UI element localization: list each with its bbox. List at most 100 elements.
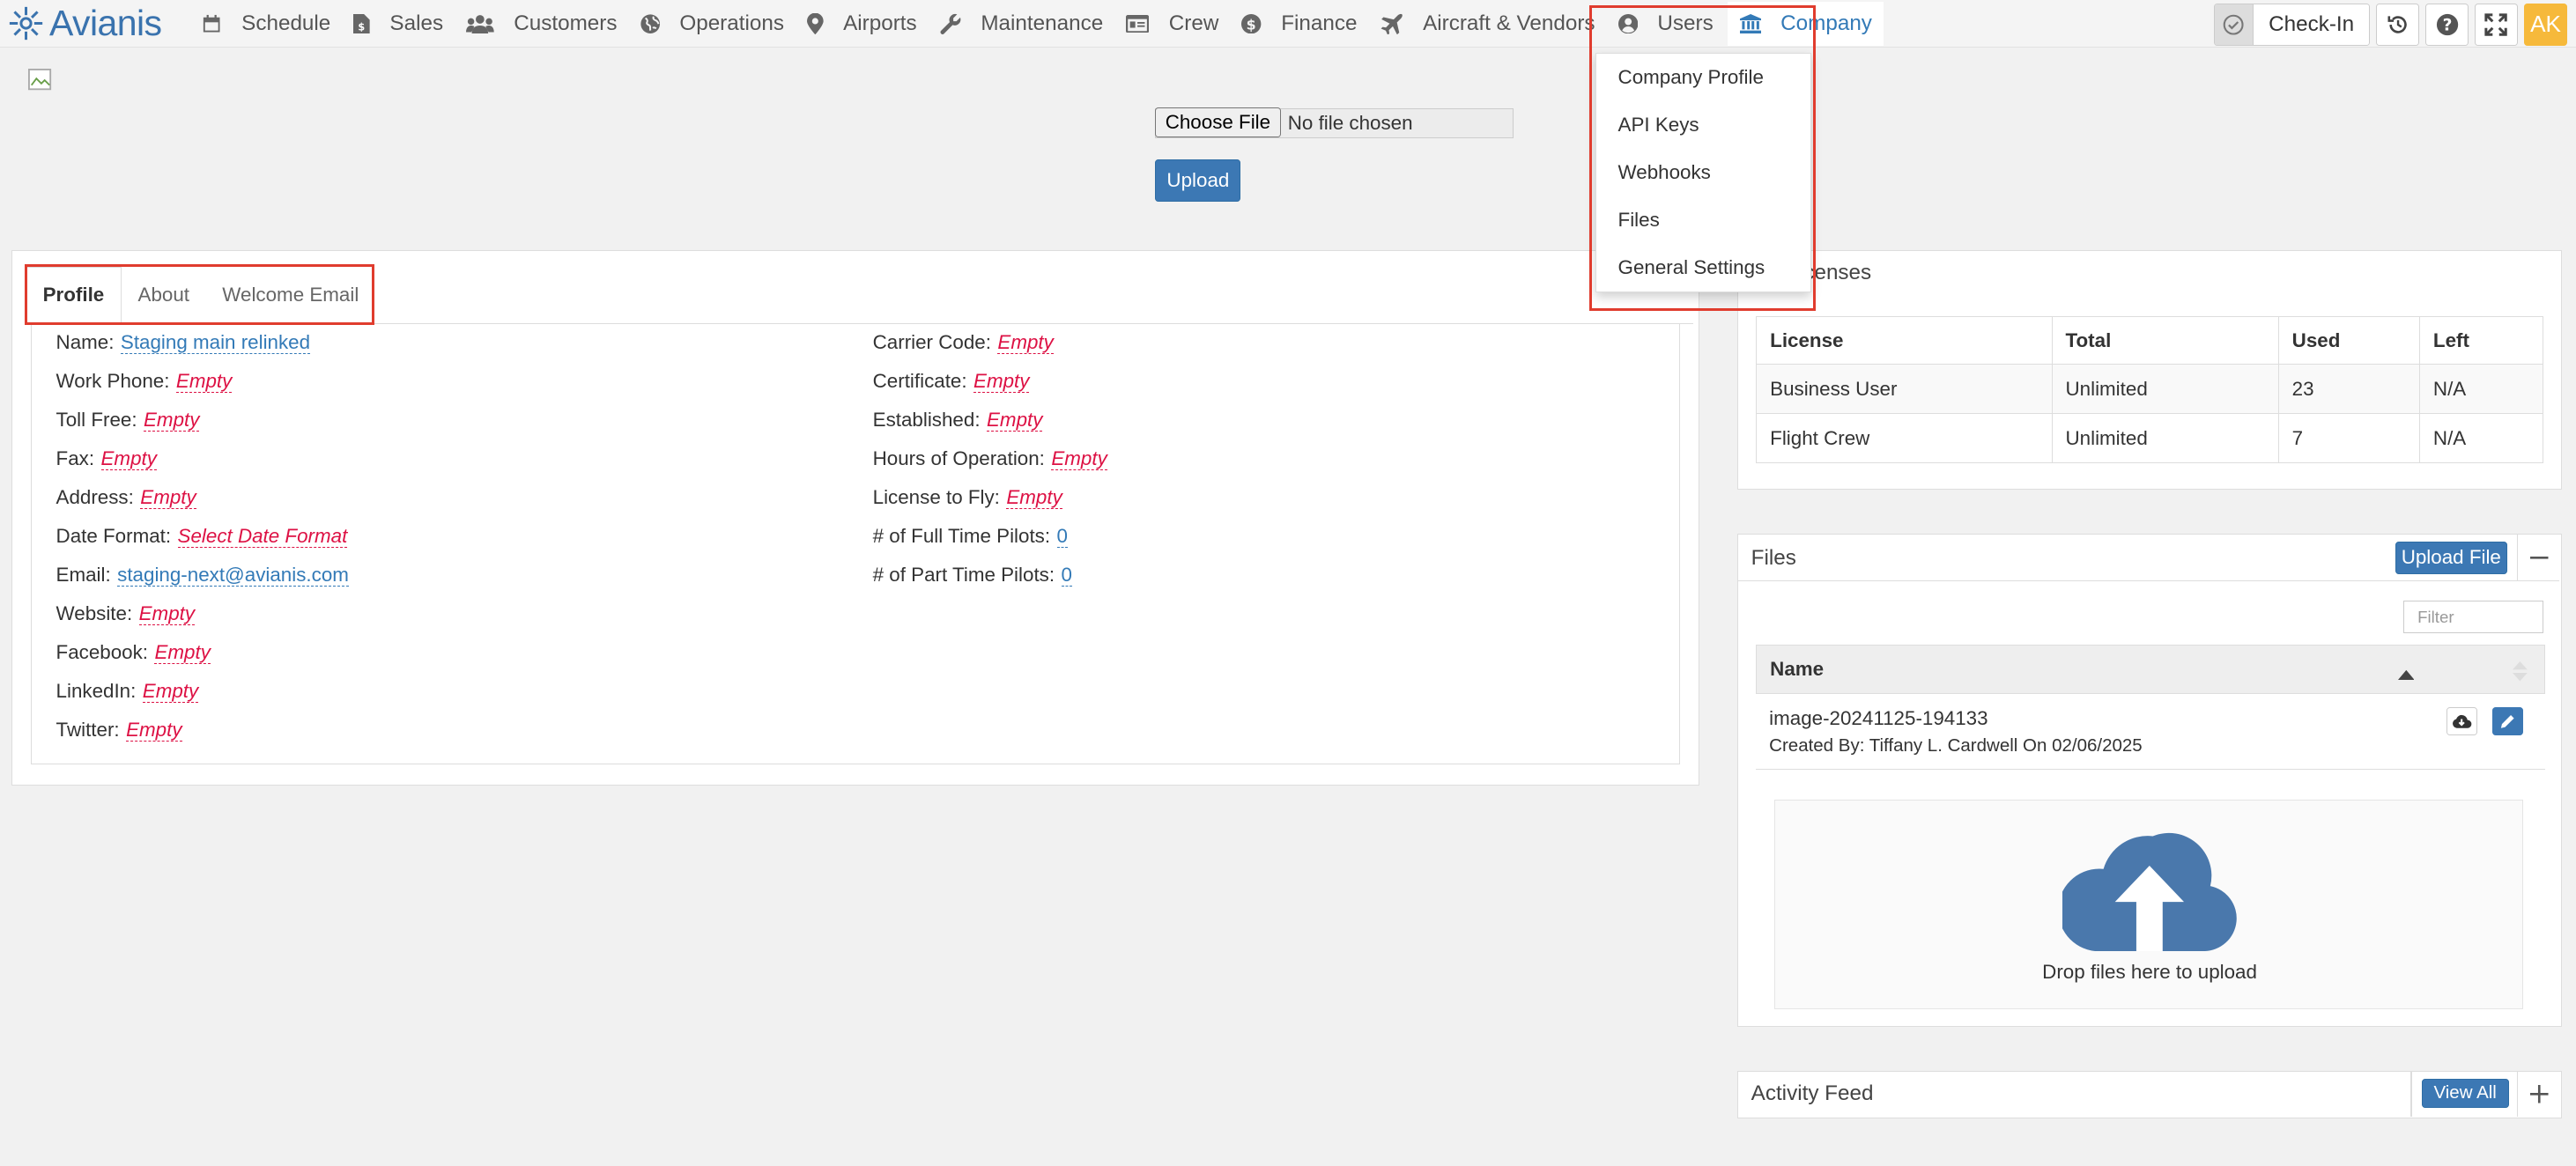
profile-field: Facebook: Empty	[56, 641, 211, 665]
field-label: Facebook:	[56, 641, 149, 664]
collapse-button[interactable]	[2516, 535, 2561, 581]
nav-aircraft-vendors[interactable]: Aircraft & Vendors	[1369, 0, 1607, 48]
activity-feed-panel: Activity Feed View All	[1736, 1071, 2563, 1119]
file-name: image-20241125-194133	[1769, 707, 1988, 730]
download-button[interactable]	[2446, 707, 2478, 735]
field-value-editable[interactable]: Empty	[154, 641, 211, 665]
profile-field: Hours of Operation: Empty	[873, 447, 1107, 470]
field-value-editable[interactable]: Empty	[175, 369, 233, 393]
field-value-editable[interactable]: Empty	[973, 369, 1030, 393]
nav-operations[interactable]: Operations	[629, 0, 796, 48]
users-icon	[466, 14, 504, 34]
cloud-upload-icon	[2062, 833, 2237, 952]
nav-airports[interactable]: Airports	[796, 0, 929, 48]
licenses-cell: Unlimited	[2051, 364, 2279, 415]
invoice-icon: $	[353, 13, 380, 34]
field-value-editable[interactable]: Empty	[140, 486, 196, 510]
upload-file-button[interactable]: Upload File	[2395, 541, 2507, 574]
field-value-editable[interactable]: Empty	[138, 602, 196, 626]
field-label: Work Phone:	[56, 369, 170, 392]
profile-field: LinkedIn: Empty	[56, 680, 199, 704]
licenses-cell: Business User	[1756, 364, 2053, 415]
field-value-editable[interactable]: 0	[1061, 564, 1072, 587]
question-circle-icon: ?	[2436, 13, 2458, 36]
nav-sales[interactable]: $ Sales	[342, 0, 455, 48]
user-avatar[interactable]: AK	[2524, 3, 2567, 47]
field-value-editable[interactable]: Staging main relinked	[120, 330, 311, 354]
profile-field: Established: Empty	[872, 408, 1043, 432]
field-value-editable[interactable]: staging-next@avianis.com	[117, 564, 349, 587]
profile-field: Email: staging-next@avianis.com	[56, 564, 349, 587]
wrench-icon	[940, 13, 971, 34]
check-circle-icon	[2214, 4, 2254, 46]
field-value-editable[interactable]: Empty	[1051, 447, 1107, 470]
nav-label: Aircraft & Vendors	[1423, 11, 1595, 36]
licenses-table: License Total Used Left Business User Unlimit…	[1756, 316, 2543, 464]
field-label: Address:	[56, 486, 134, 509]
licenses-column-header: License	[1756, 316, 2053, 365]
sort-asc-icon[interactable]	[2397, 649, 2415, 690]
field-value-editable[interactable]: Empty	[1006, 486, 1062, 510]
sort-both-icon[interactable]	[2513, 649, 2528, 690]
licenses-column-header: Used	[2277, 316, 2420, 365]
id-card-icon	[1126, 14, 1158, 33]
profile-field: Address: Empty	[56, 486, 196, 510]
field-label: # of Part Time Pilots:	[872, 564, 1055, 587]
field-value-editable[interactable]: Empty	[997, 330, 1054, 354]
field-label: Email:	[56, 564, 111, 587]
files-header-divider	[1737, 580, 2560, 582]
company-profile-panel: Profile About Welcome Email Name: Staging m…	[11, 249, 1699, 786]
profile-field: Toll Free: Empty	[56, 408, 200, 432]
nav-label: Schedule	[241, 11, 331, 36]
view-all-button[interactable]: View All	[2421, 1078, 2509, 1109]
profile-field: # of Part Time Pilots: 0	[873, 564, 1072, 587]
file-meta: Created By: Tiffany L. Cardwell On 02/06…	[1769, 734, 2143, 756]
logo-file-input[interactable]: Choose File No file chosen	[1154, 107, 1514, 138]
field-value-editable[interactable]: Empty	[100, 447, 157, 470]
licenses-cell: N/A	[2418, 413, 2543, 464]
field-label: Name:	[56, 330, 115, 353]
fullscreen-button[interactable]	[2475, 3, 2518, 47]
nav-schedule[interactable]: Schedule	[190, 0, 342, 48]
profile-field: Name: Staging main relinked	[56, 330, 311, 354]
broken-image-icon	[27, 59, 55, 100]
brand-logo[interactable]: Avianis	[8, 3, 162, 43]
expand-icon	[2484, 13, 2508, 36]
history-button[interactable]	[2376, 3, 2419, 47]
nav-finance[interactable]: $ Finance	[1230, 0, 1368, 48]
field-value-editable[interactable]: Select Date Format	[177, 525, 348, 549]
name-column-header[interactable]: Name	[1770, 658, 2398, 681]
nav-customers[interactable]: Customers	[455, 0, 628, 48]
files-table-header: Name	[1756, 645, 2545, 695]
field-label: LinkedIn:	[56, 680, 137, 703]
profile-fields: Name: Staging main relinked Work Phone: Emp…	[30, 324, 1681, 765]
help-button[interactable]: ?	[2425, 3, 2469, 47]
nav-crew[interactable]: Crew	[1114, 0, 1230, 48]
expand-activity-button[interactable]	[2516, 1072, 2561, 1117]
field-value-editable[interactable]: 0	[1056, 525, 1068, 549]
field-value-editable[interactable]: Empty	[142, 680, 199, 704]
field-label: Established:	[872, 408, 981, 431]
field-value-editable[interactable]: Empty	[126, 719, 182, 742]
profile-field: Website: Empty	[56, 602, 196, 626]
edit-file-button[interactable]	[2491, 707, 2524, 735]
file-drop-zone[interactable]: Drop files here to upload	[1773, 799, 2524, 1010]
upload-button[interactable]: Upload	[1155, 159, 1241, 203]
field-label: Certificate:	[872, 369, 967, 392]
activity-divider	[2409, 1072, 2412, 1117]
files-filter-input[interactable]: Filter	[2403, 600, 2543, 634]
navbar-actions: Check-In ? AK	[2213, 3, 2567, 47]
licenses-column-header: Left	[2418, 316, 2543, 365]
plus-icon	[2530, 1085, 2549, 1103]
field-value-editable[interactable]: Empty	[144, 408, 200, 432]
check-in-button[interactable]: Check-In	[2213, 3, 2370, 47]
licenses-cell: Unlimited	[2051, 413, 2279, 464]
field-value-editable[interactable]: Empty	[987, 408, 1043, 432]
licenses-cell: 7	[2277, 413, 2420, 464]
field-label: Hours of Operation:	[872, 447, 1045, 469]
profile-field: Work Phone: Empty	[56, 369, 233, 393]
licenses-row: Flight Crew Unlimited 7 N/A	[1756, 413, 2543, 464]
profile-field: License to Fly: Empty	[873, 486, 1062, 510]
choose-file-button[interactable]: Choose File	[1154, 107, 1282, 137]
nav-maintenance[interactable]: Maintenance	[929, 0, 1115, 48]
